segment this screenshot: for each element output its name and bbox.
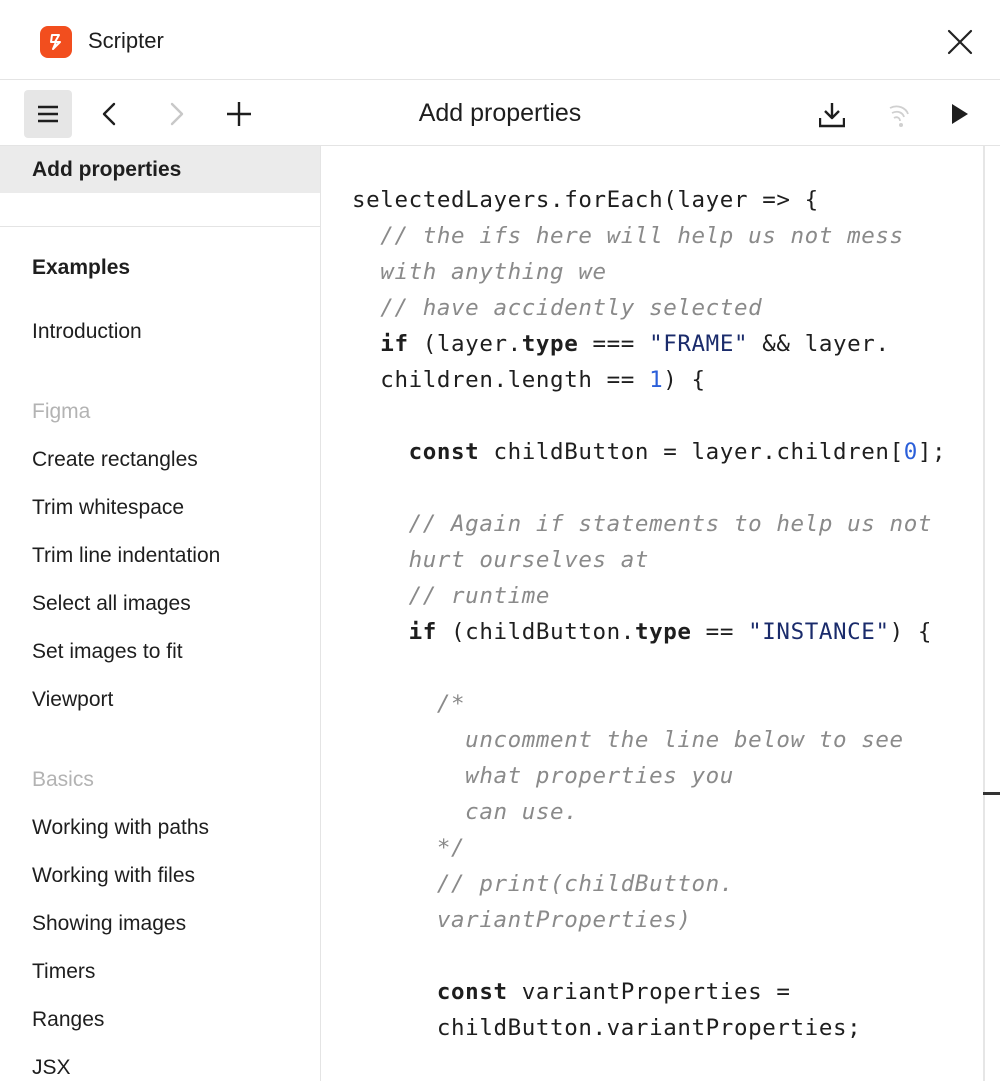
code-line[interactable]: // runtime	[352, 578, 946, 614]
title-bar: Scripter	[0, 0, 1000, 80]
back-button[interactable]	[86, 90, 134, 138]
sidebar-item-showing-images[interactable]: Showing images	[32, 912, 186, 936]
close-icon	[947, 29, 973, 55]
sidebar-heading-basics: Basics	[32, 768, 94, 791]
broadcast-icon	[889, 105, 909, 127]
code-line[interactable]: // have accidently selected	[352, 290, 946, 326]
sidebar-item-set-images-to-fit[interactable]: Set images to fit	[32, 640, 183, 664]
code-line[interactable]: children.length == 1) {	[352, 362, 946, 398]
code-line[interactable]: hurt ourselves at	[352, 542, 946, 578]
code-line[interactable]	[352, 398, 946, 434]
new-script-button[interactable]	[215, 90, 263, 138]
code-line[interactable]: if (childButton.type == "INSTANCE") {	[352, 614, 946, 650]
plus-icon	[227, 102, 251, 126]
code-line[interactable]: // Again if statements to help us not	[352, 506, 946, 542]
sidebar-item-jsx[interactable]: JSX	[32, 1056, 71, 1080]
code-line[interactable]	[352, 470, 946, 506]
sidebar: Add properties Examples Introduction Fig…	[0, 146, 321, 1081]
toolbar: Add properties	[0, 80, 1000, 146]
sidebar-item-viewport[interactable]: Viewport	[32, 688, 113, 712]
code-line[interactable]: childButton.variantProperties;	[352, 1010, 946, 1046]
sidebar-item-working-with-paths[interactable]: Working with paths	[32, 816, 209, 840]
code-line[interactable]: // the ifs here will help us not mess	[352, 218, 946, 254]
app-title: Scripter	[88, 28, 164, 53]
code-line[interactable]: selectedLayers.forEach(layer => {	[352, 182, 946, 218]
sidebar-item-working-with-files[interactable]: Working with files	[32, 864, 195, 888]
sidebar-item-introduction[interactable]: Introduction	[32, 320, 142, 344]
code-line[interactable]: what properties you	[352, 758, 946, 794]
scripter-window: Scripter Add properties Add properties E…	[0, 0, 1000, 1081]
code-line[interactable]: variantProperties)	[352, 902, 946, 938]
sidebar-item-timers[interactable]: Timers	[32, 960, 95, 984]
code-editor[interactable]: selectedLayers.forEach(layer => { // the…	[321, 146, 985, 1081]
editor-scrollbar-track[interactable]	[983, 146, 985, 1081]
chevron-left-icon	[102, 102, 116, 126]
sidebar-item-create-rectangles[interactable]: Create rectangles	[32, 448, 198, 472]
code-line[interactable]: with anything we	[352, 254, 946, 290]
sidebar-item-trim-line-indentation[interactable]: Trim line indentation	[32, 544, 220, 568]
sidebar-item-ranges[interactable]: Ranges	[32, 1008, 104, 1032]
sidebar-item-select-all-images[interactable]: Select all images	[32, 592, 191, 616]
code-line[interactable]	[352, 938, 946, 974]
code-line[interactable]: const childButton = layer.children[0];	[352, 434, 946, 470]
sidebar-item-trim-whitespace[interactable]: Trim whitespace	[32, 496, 184, 520]
code-content[interactable]: selectedLayers.forEach(layer => { // the…	[352, 182, 946, 1046]
toolbar-title: Add properties	[418, 99, 582, 127]
editor-scrollbar-marker[interactable]	[983, 792, 1000, 795]
sidebar-heading-figma: Figma	[32, 400, 91, 423]
code-line[interactable]: // print(childButton.	[352, 866, 946, 902]
code-line[interactable]: uncomment the line below to see	[352, 722, 946, 758]
code-line[interactable]: can use.	[352, 794, 946, 830]
code-line[interactable]: /*	[352, 686, 946, 722]
sidebar-item-current[interactable]: Add properties	[32, 158, 181, 182]
download-button[interactable]	[807, 90, 855, 138]
scripter-logo-icon	[40, 26, 72, 58]
forward-button[interactable]	[152, 90, 200, 138]
code-line[interactable]	[352, 650, 946, 686]
code-line[interactable]: const variantProperties =	[352, 974, 946, 1010]
run-button[interactable]	[935, 90, 983, 138]
menu-icon	[38, 105, 58, 123]
broadcast-button[interactable]	[872, 90, 920, 138]
download-icon	[819, 103, 845, 128]
sidebar-divider	[0, 226, 320, 227]
play-icon	[952, 104, 968, 124]
sidebar-item-examples[interactable]: Examples	[32, 256, 130, 280]
close-button[interactable]	[944, 26, 976, 58]
code-line[interactable]: */	[352, 830, 946, 866]
chevron-right-icon	[170, 102, 184, 126]
code-line[interactable]: if (layer.type === "FRAME" && layer.	[352, 326, 946, 362]
menu-button[interactable]	[24, 90, 72, 138]
